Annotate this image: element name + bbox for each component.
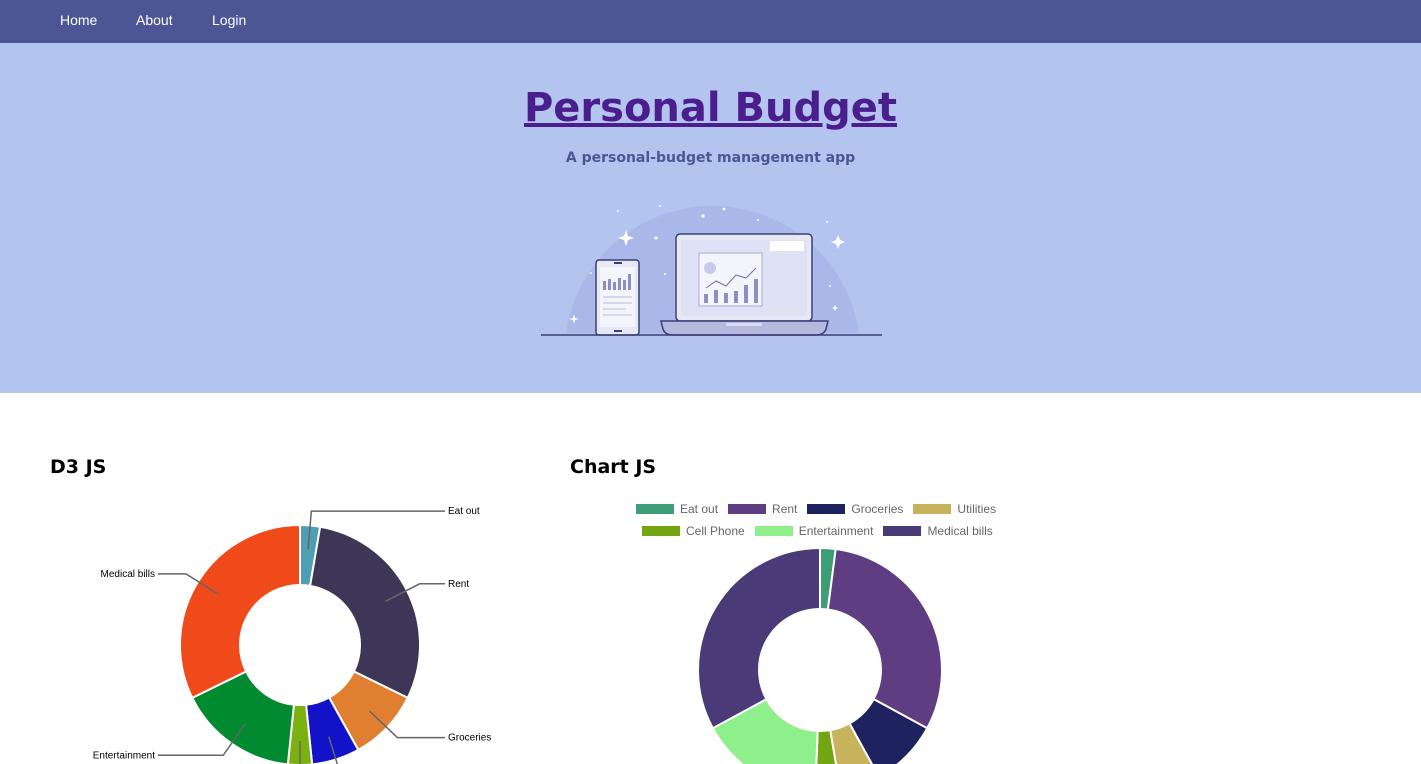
- chartjs-legend: Eat out Rent Groceries Utilities Cell Phone…: [636, 502, 1056, 542]
- chartjs-legend-row: Cell Phone Entertainment Medical bills: [642, 524, 1003, 538]
- chartjs-legend-item-entertainment[interactable]: Entertainment: [754, 524, 874, 538]
- chartjs-legend-item-rent[interactable]: Rent: [728, 502, 797, 516]
- chartjs-legend-swatch: [636, 504, 674, 514]
- chartjs-legend-row: Eat out Rent Groceries Utilities: [636, 502, 1006, 516]
- chartjs-legend-label: Groceries: [851, 502, 904, 516]
- chartjs-slice-rent[interactable]: [826, 547, 943, 730]
- chartjs-legend-label: Eat out: [680, 502, 719, 516]
- chartjs-legend-swatch: [728, 504, 767, 514]
- nav-about-link[interactable]: About: [136, 12, 173, 28]
- d3-donut-chart[interactable]: Eat out Rent Groceries Entertainment Medical…: [50, 490, 510, 764]
- page-subtitle: A personal-budget management app: [565, 150, 856, 166]
- chartjs-legend-swatch: [642, 526, 680, 536]
- chartjs-donut-chart[interactable]: [690, 540, 950, 764]
- chartjs-legend-label: Rent: [772, 502, 798, 516]
- d3-slice-rent[interactable]: [308, 525, 421, 700]
- chartjs-legend-item-medical-bills[interactable]: Medical bills: [883, 524, 993, 538]
- chartjs-legend-item-groceries[interactable]: Groceries: [807, 502, 903, 516]
- d3-label-groceries: Groceries: [448, 733, 491, 744]
- chartjs-legend-swatch: [754, 526, 793, 536]
- nav-home-link[interactable]: Home: [60, 12, 97, 28]
- chartjs-slice-medical-bills[interactable]: [697, 546, 821, 730]
- d3-label-medical-bills: Medical bills: [101, 569, 155, 580]
- chartjs-legend-item-eat-out[interactable]: Eat out: [636, 502, 718, 516]
- chartjs-legend-label: Utilities: [957, 502, 997, 516]
- top-nav: Home About Login: [0, 0, 1421, 43]
- chartjs-legend-swatch: [883, 526, 922, 536]
- d3-label-rent: Rent: [448, 579, 469, 590]
- d3-slice-medical-bills[interactable]: [179, 523, 301, 700]
- chartjs-section-title: Chart JS: [570, 456, 657, 478]
- page-title[interactable]: Personal Budget: [0, 83, 1421, 133]
- chartjs-legend-swatch: [807, 504, 846, 514]
- chartjs-legend-item-cell-phone[interactable]: Cell Phone: [642, 524, 745, 538]
- d3-label-eat-out: Eat out: [448, 506, 480, 517]
- chartjs-legend-label: Entertainment: [798, 524, 874, 538]
- hero-banner: Personal Budget A personal-budget manage…: [0, 43, 1421, 393]
- nav-login-link[interactable]: Login: [212, 12, 246, 28]
- chartjs-legend-label: Medical bills: [927, 524, 993, 538]
- chartjs-legend-swatch: [913, 504, 952, 514]
- d3-label-entertainment: Entertainment: [93, 750, 155, 761]
- chartjs-legend-item-utilities[interactable]: Utilities: [913, 502, 996, 516]
- chartjs-legend-label: Cell Phone: [686, 524, 745, 538]
- hero-illustration: [541, 205, 882, 336]
- d3-section-title: D3 JS: [50, 456, 107, 478]
